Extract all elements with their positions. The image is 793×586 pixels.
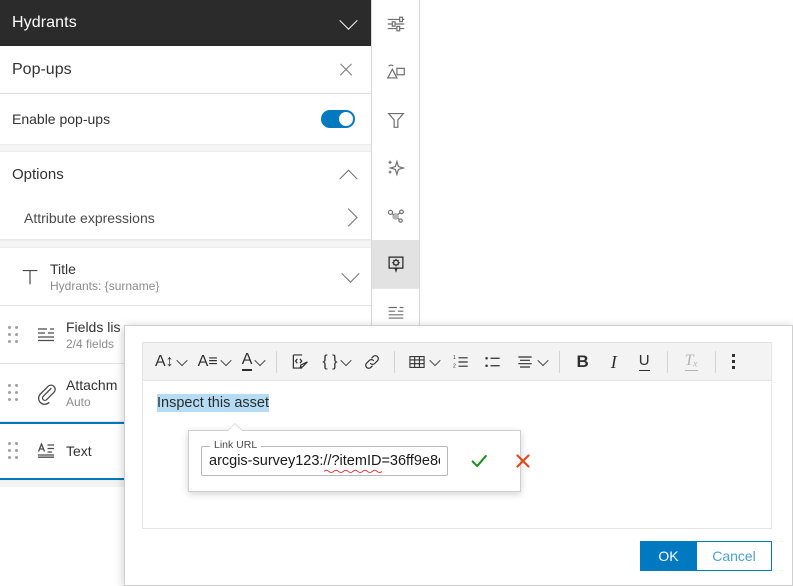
- chevron-down-icon: [536, 354, 549, 366]
- paragraph-style-dropdown[interactable]: A≡: [192, 347, 236, 377]
- chevron-right-icon: [339, 208, 358, 227]
- link-url-legend: Link URL: [210, 439, 262, 451]
- relationship-graph-icon[interactable]: [372, 192, 419, 240]
- popup-element-title[interactable]: Title Hydrants: {surname}: [0, 248, 371, 306]
- section-divider: [0, 144, 371, 152]
- sidebar-item-attribute-expressions[interactable]: Attribute expressions: [0, 196, 371, 240]
- options-title: Options: [12, 165, 64, 183]
- font-size-dropdown[interactable]: A↕: [149, 347, 192, 377]
- insert-link-button[interactable]: [356, 347, 388, 377]
- ordered-list-button[interactable]: 1 2: [445, 347, 477, 377]
- chevron-down-icon-title[interactable]: [341, 264, 360, 283]
- link-url-field-wrapper: Link URL: [201, 439, 448, 476]
- unordered-list-button[interactable]: [477, 347, 509, 377]
- toolbar-separator-2: [393, 350, 395, 373]
- attribute-expressions-label: Attribute expressions: [24, 209, 155, 226]
- effects-sparkle-icon[interactable]: [372, 144, 419, 192]
- drag-handle-icon[interactable]: [0, 325, 26, 344]
- toggle-knob: [339, 112, 353, 126]
- layer-title: Hydrants: [12, 14, 77, 31]
- link-url-popup: Link URL: [188, 423, 530, 492]
- drag-handle-icon[interactable]: [0, 442, 26, 460]
- toolbar-separator: [276, 350, 278, 373]
- drag-handle-icon[interactable]: [0, 383, 26, 402]
- expression-braces-dropdown[interactable]: { }: [316, 347, 355, 377]
- chevron-down-icon[interactable]: [339, 10, 358, 30]
- toolbar-separator-5: [715, 350, 717, 373]
- italic-glyph: I: [610, 351, 617, 372]
- chevron-down-icon: [220, 354, 232, 366]
- section-divider-2: [0, 240, 371, 248]
- attachment-paperclip-icon: [26, 381, 66, 405]
- media-image-icon[interactable]: [372, 48, 419, 96]
- enable-popups-toggle[interactable]: [321, 110, 355, 128]
- x-icon[interactable]: [506, 444, 540, 478]
- rich-text-toolbar: A↕ A≡ A { } 1 2 B I U Tₓ: [142, 342, 772, 381]
- panel-title: Pop-ups: [12, 60, 72, 78]
- fields-list-icon: [26, 323, 66, 347]
- popup-configure-icon[interactable]: [372, 240, 419, 288]
- toolbar-separator-4: [666, 350, 668, 373]
- font-size-glyph: A↕: [155, 352, 174, 370]
- chevron-up-icon[interactable]: [339, 169, 358, 188]
- element-title-label: Title: [50, 260, 76, 277]
- clear-formatting-glyph: Tₓ: [684, 351, 699, 371]
- options-section-header[interactable]: Options: [0, 152, 371, 196]
- more-options-kebab-button[interactable]: [722, 347, 745, 377]
- enable-popups-label: Enable pop-ups: [12, 111, 111, 127]
- enable-popups-row: Enable pop-ups: [0, 94, 371, 144]
- text-element-icon: [26, 439, 66, 463]
- braces-glyph: { }: [322, 352, 338, 370]
- close-icon[interactable]: [337, 61, 355, 79]
- layer-header[interactable]: Hydrants: [0, 0, 371, 46]
- font-color-dropdown[interactable]: A: [236, 347, 271, 377]
- svg-text:1: 1: [453, 355, 456, 361]
- paragraph-style-glyph: A≡: [197, 352, 218, 370]
- insert-table-dropdown[interactable]: [401, 347, 445, 377]
- chevron-down-icon: [428, 354, 441, 366]
- dialog-footer: OK Cancel: [640, 541, 772, 571]
- underline-button[interactable]: U: [628, 347, 661, 377]
- cancel-button[interactable]: Cancel: [697, 541, 772, 571]
- popup-arrow: [227, 424, 243, 432]
- italic-button[interactable]: I: [600, 347, 628, 377]
- check-icon[interactable]: [462, 444, 496, 478]
- element-title-subtitle: Hydrants: {surname}: [50, 278, 160, 293]
- chevron-down-icon: [339, 354, 352, 366]
- toolbar-separator-3: [558, 350, 560, 373]
- clear-formatting-button[interactable]: Tₓ: [674, 347, 709, 377]
- chevron-down-icon: [254, 354, 267, 366]
- bold-button[interactable]: B: [566, 347, 600, 377]
- sliders-settings-icon[interactable]: [372, 0, 419, 48]
- underline-glyph: U: [638, 351, 650, 371]
- selected-text[interactable]: Inspect this asset: [157, 394, 270, 412]
- kebab-icon: [732, 354, 736, 369]
- bold-glyph: B: [576, 352, 589, 371]
- source-code-edit-button[interactable]: [283, 347, 316, 377]
- align-dropdown[interactable]: [509, 347, 553, 377]
- panel-header: Pop-ups: [0, 46, 371, 94]
- chevron-down-icon: [176, 354, 188, 366]
- font-color-glyph: A: [241, 352, 253, 371]
- filter-funnel-icon[interactable]: [372, 96, 419, 144]
- title-text-icon: [10, 266, 50, 288]
- svg-text:2: 2: [453, 363, 456, 369]
- ok-button[interactable]: OK: [640, 541, 697, 571]
